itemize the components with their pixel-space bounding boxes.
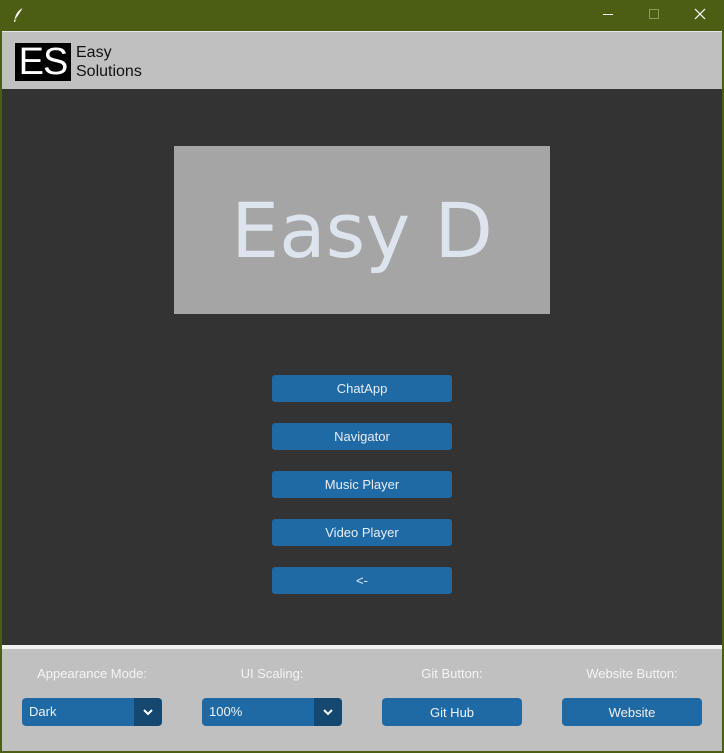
ui-scaling-dropdown[interactable]: 100% <box>202 698 342 726</box>
website-button[interactable]: Website <box>562 698 702 726</box>
ui-scaling-value: 100% <box>209 704 243 719</box>
ui-scaling-label: UI Scaling: <box>240 666 304 681</box>
music-player-button[interactable]: Music Player <box>272 471 452 498</box>
logo-mark: ES <box>15 43 71 81</box>
feather-icon <box>12 7 26 23</box>
chevron-down-icon[interactable] <box>134 698 162 726</box>
logo-line-1: Easy <box>76 44 112 61</box>
close-icon <box>694 7 706 25</box>
banner-title: Easy D <box>174 146 550 314</box>
footer-panel: Appearance Mode: UI Scaling: Git Button:… <box>2 649 722 751</box>
main-panel: Easy D ChatApp Navigator Music Player Vi… <box>2 89 722 645</box>
client-area: ES Easy Solutions Easy D ChatApp Navigat… <box>2 31 722 751</box>
minimize-icon <box>602 7 614 25</box>
appearance-mode-label: Appearance Mode: <box>37 666 147 681</box>
appearance-mode-value: Dark <box>29 704 57 719</box>
maximize-icon <box>648 7 660 25</box>
back-button[interactable]: <- <box>272 567 452 594</box>
title-bar[interactable] <box>0 0 724 31</box>
git-button-label: Git Button: <box>421 666 483 681</box>
header-bar: ES Easy Solutions <box>2 31 722 89</box>
git-hub-button[interactable]: Git Hub <box>382 698 522 726</box>
minimize-button[interactable] <box>585 0 631 31</box>
website-button-label: Website Button: <box>586 666 678 681</box>
chevron-down-icon[interactable] <box>314 698 342 726</box>
appearance-mode-dropdown[interactable]: Dark <box>22 698 162 726</box>
logo-line-2: Solutions <box>76 63 142 80</box>
logo-text: Easy Solutions <box>76 43 142 81</box>
chatapp-button[interactable]: ChatApp <box>272 375 452 402</box>
navigator-button[interactable]: Navigator <box>272 423 452 450</box>
video-player-button[interactable]: Video Player <box>272 519 452 546</box>
close-button[interactable] <box>677 0 723 31</box>
maximize-button[interactable] <box>631 0 677 31</box>
app-window: ES Easy Solutions Easy D ChatApp Navigat… <box>0 0 724 753</box>
